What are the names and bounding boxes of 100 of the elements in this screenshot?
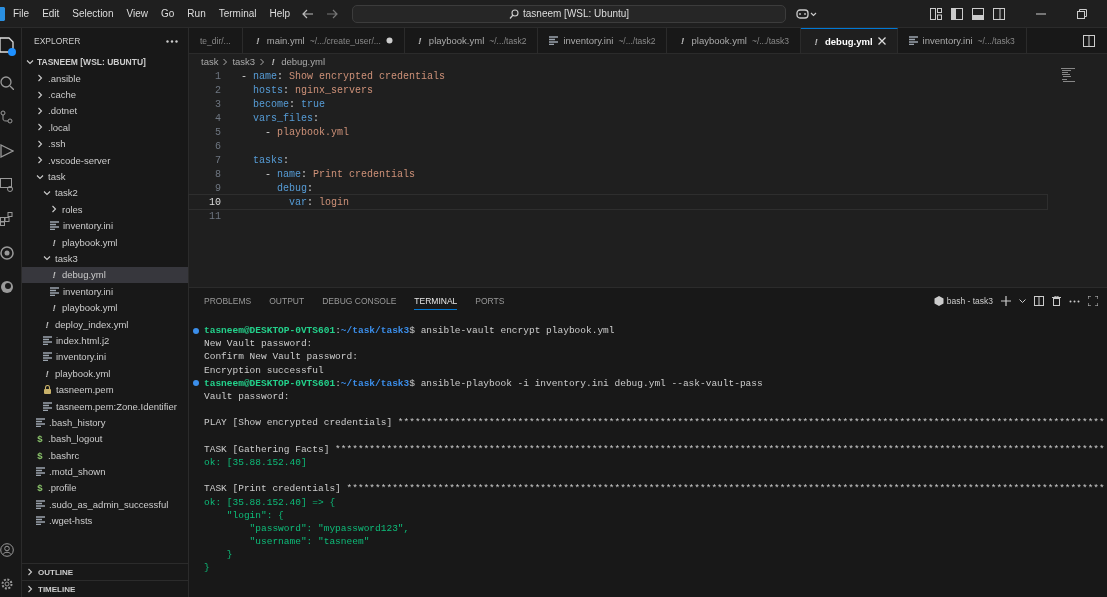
chevron-down-icon[interactable] [1019,298,1026,304]
explorer-files-icon[interactable] [0,36,18,56]
restore-icon[interactable] [1077,8,1087,19]
trash-icon[interactable] [1052,296,1061,306]
file-tree-item[interactable]: task3 [22,250,188,267]
editor-tab[interactable]: te_dir/... [189,28,243,53]
file-tree-item[interactable]: .motd_shown [22,463,188,480]
editor-tab[interactable]: ! main.yml ~/.../create_user/... [242,28,405,53]
file-tree-item[interactable]: .sudo_as_admin_successful [22,496,188,513]
settings-icon[interactable] [0,577,14,591]
panel-tab[interactable]: TERMINAL [414,292,458,310]
line-number: 6 [214,140,221,152]
menu-item[interactable]: Help [269,8,291,19]
sidebar-toggle-icon[interactable] [951,7,963,20]
workspace-header[interactable]: TASNEEM [WSL: UBUNTU] [22,54,188,70]
panel-tab[interactable]: OUTPUT [269,293,305,309]
assistant-icon[interactable] [796,7,819,20]
search-icon[interactable] [0,76,14,90]
line-number: 11 [208,210,221,222]
panel-tab[interactable]: PORTS [475,293,505,309]
menu-item[interactable]: Run [187,8,206,19]
code-line: become: true [252,98,326,110]
editor-tab[interactable]: ! debug.yml [801,28,898,53]
text-lines-icon [908,36,918,45]
file-tree-item[interactable]: index.html.j2 [22,332,188,349]
file-tree-item[interactable]: inventory.ini [22,217,188,234]
split-editor-icon[interactable] [1083,34,1095,47]
file-tree-item[interactable]: .wget-hsts [22,512,188,529]
file-tree-item[interactable]: $ .bash_logout [22,430,188,447]
file-tree-item[interactable]: $ .bashrc [22,447,188,464]
file-tree-item[interactable]: inventory.ini [22,348,188,366]
menu-item[interactable]: Terminal [218,8,257,19]
split-terminal-icon[interactable] [1034,296,1044,306]
file-tree-item[interactable]: task2 [22,184,188,202]
file-tree-item[interactable]: inventory.ini [22,283,188,300]
forward-arrow-icon[interactable] [326,8,339,19]
menu-item[interactable]: Go [161,8,175,19]
breadcrumb-item[interactable]: task [201,56,219,67]
file-tree-item[interactable]: ! deploy_index.yml [22,315,188,333]
file-tree-item[interactable]: ! playbook.yml [22,233,188,251]
layout-icon[interactable] [930,7,942,20]
editor-tab[interactable]: inventory.ini ~/.../task3 [897,28,1027,53]
file-tree-item[interactable]: roles [22,201,188,218]
file-tree-item[interactable]: ! debug.yml [22,266,188,284]
menu-item[interactable]: File [13,8,30,19]
terminal-line: } [204,562,210,574]
file-tree-item[interactable]: tasneem.pem [22,381,188,398]
line-number: 2 [214,84,221,96]
more-icon[interactable] [1069,299,1080,303]
terminal-line: Vault password: [204,391,290,403]
file-tree-item[interactable]: .vscode-server [22,151,188,169]
account-icon[interactable] [0,543,14,557]
split-layout-icon[interactable] [993,7,1005,20]
section-header[interactable]: TIMELINE [22,580,188,597]
file-tree-item[interactable]: ! playbook.yml [22,365,188,382]
text-lines-icon [549,36,559,45]
plus-icon[interactable] [1001,296,1011,306]
file-tree-item[interactable]: .ansible [22,70,188,87]
file-type-icon: ! [269,56,278,67]
terminal-line: New Vault password: [204,338,313,350]
file-tree-item[interactable]: .dotnet [22,102,188,120]
section-header[interactable]: OUTLINE [22,563,188,580]
line-number: 1 [214,70,221,82]
remote-explorer-icon[interactable] [0,178,14,192]
editor-tab[interactable]: ! playbook.yml ~/.../task2 [404,28,539,53]
code-line: tasks: [252,154,290,166]
extensions-icon[interactable] [0,212,14,226]
swirl-icon[interactable] [0,280,14,294]
file-tree-item[interactable]: .local [22,119,188,136]
minimize-icon[interactable] [1036,12,1046,15]
text-lines-icon [43,335,52,345]
file-tree-item[interactable]: .ssh [22,135,188,152]
file-tree-item[interactable]: task [22,168,188,185]
file-tree-item[interactable]: .bash_history [22,414,188,431]
file-tree-item[interactable]: $ .profile [22,479,188,497]
menu-item[interactable]: Selection [72,8,114,19]
run-debug-icon[interactable] [0,144,14,158]
source-control-icon[interactable] [0,110,14,124]
chevron-icon [259,57,266,66]
code-line: - playbook.yml [264,126,350,138]
breadcrumb-item[interactable]: debug.yml [281,56,325,67]
file-type-icon: ! [43,318,51,330]
breadcrumb-item[interactable]: task3 [232,56,256,67]
search-field[interactable]: tasneem [WSL: Ubuntu] [352,4,787,23]
close-icon[interactable] [877,37,886,45]
terminal-name[interactable]: bash - task3 [946,296,993,306]
maximize-icon[interactable] [1088,296,1098,306]
terminal-line: tasneem@DESKTOP-0VTS601:~/task/task3$ ansible-vault encrypt playbook.yml [204,325,615,337]
menu-item[interactable]: Edit [42,8,60,19]
circle-icon[interactable] [0,246,14,260]
file-tree-item[interactable]: ! playbook.yml [22,299,188,316]
file-tree-item[interactable]: .cache [22,86,188,103]
editor-tab[interactable]: inventory.ini ~/.../task2 [538,28,668,53]
file-tree-item[interactable]: tasneem.pem:Zone.Identifier [22,397,188,415]
menu-item[interactable]: View [126,8,148,19]
back-arrow-icon[interactable] [302,8,315,19]
panel-tab[interactable]: PROBLEMS [204,293,252,309]
panel-toggle-icon[interactable] [972,7,984,20]
panel-tab[interactable]: DEBUG CONSOLE [322,293,397,309]
more-icon[interactable] [166,39,178,43]
